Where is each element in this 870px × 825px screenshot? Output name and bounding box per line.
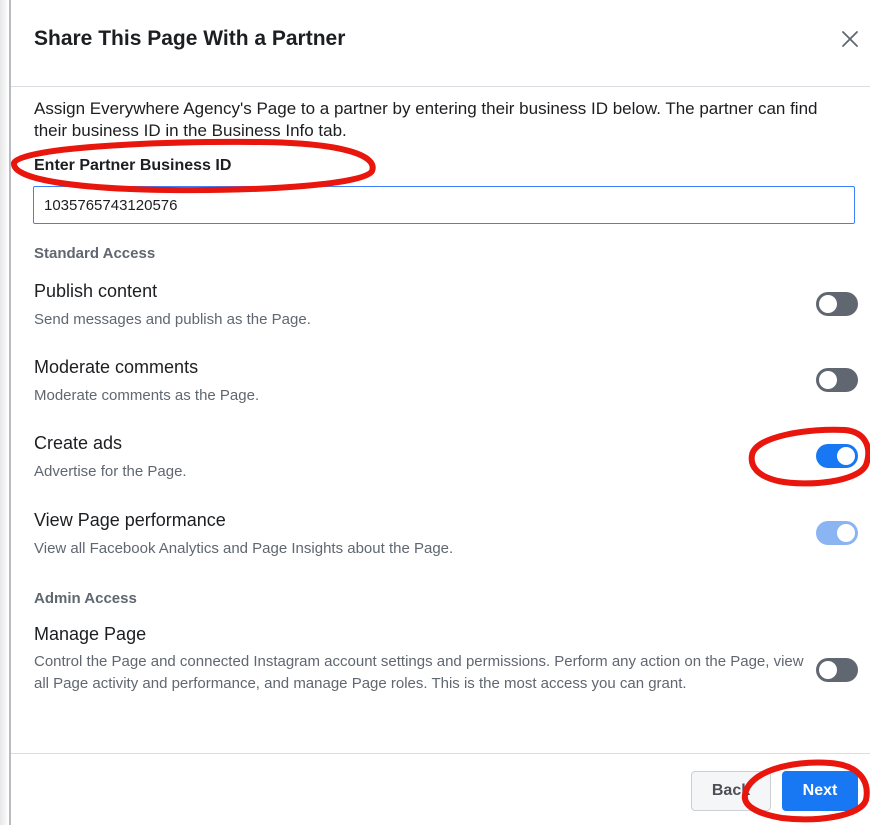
page: Share This Page With a Partner Assign Ev… xyxy=(0,0,870,825)
dialog-header: Share This Page With a Partner xyxy=(11,0,870,87)
toggle-manage-page[interactable] xyxy=(816,658,858,682)
dialog-title: Share This Page With a Partner xyxy=(34,27,346,50)
toggle-create-ads[interactable] xyxy=(816,444,858,468)
permission-title-view-performance: View Page performance xyxy=(34,510,226,530)
partner-business-id-input[interactable] xyxy=(33,186,855,224)
background-window-edge xyxy=(0,0,8,825)
toggle-knob xyxy=(837,447,855,465)
permission-title-publish: Publish content xyxy=(34,281,158,301)
partner-id-label: Enter Partner Business ID xyxy=(34,157,232,174)
permission-desc-moderate: Moderate comments as the Page. xyxy=(34,387,260,404)
toggle-view-page-performance xyxy=(816,521,858,545)
permission-title-create-ads: Create ads xyxy=(34,433,123,453)
dialog-intro-text: Assign Everywhere Agency's Page to a par… xyxy=(34,99,818,140)
toggle-knob xyxy=(819,371,837,389)
standard-access-heading: Standard Access xyxy=(34,245,156,262)
permission-title-manage-page: Manage Page xyxy=(34,624,147,644)
permission-desc-create-ads: Advertise for the Page. xyxy=(34,463,187,480)
toggle-moderate-comments[interactable] xyxy=(816,368,858,392)
toggle-knob xyxy=(819,295,837,313)
toggle-publish-content[interactable] xyxy=(816,292,858,316)
permission-title-moderate: Moderate comments xyxy=(34,357,199,377)
share-page-dialog: Share This Page With a Partner Assign Ev… xyxy=(11,0,870,825)
next-button[interactable]: Next xyxy=(782,771,858,811)
footer-divider xyxy=(11,753,870,754)
close-icon[interactable] xyxy=(837,26,863,52)
back-button[interactable]: Back xyxy=(691,771,771,811)
permission-desc-manage-page: Control the Page and connected Instagram… xyxy=(34,653,804,692)
permission-desc-view-performance: View all Facebook Analytics and Page Ins… xyxy=(34,540,454,557)
permission-desc-publish: Send messages and publish as the Page. xyxy=(34,311,311,328)
admin-access-heading: Admin Access xyxy=(34,590,137,607)
toggle-knob xyxy=(837,524,855,542)
toggle-knob xyxy=(819,661,837,679)
